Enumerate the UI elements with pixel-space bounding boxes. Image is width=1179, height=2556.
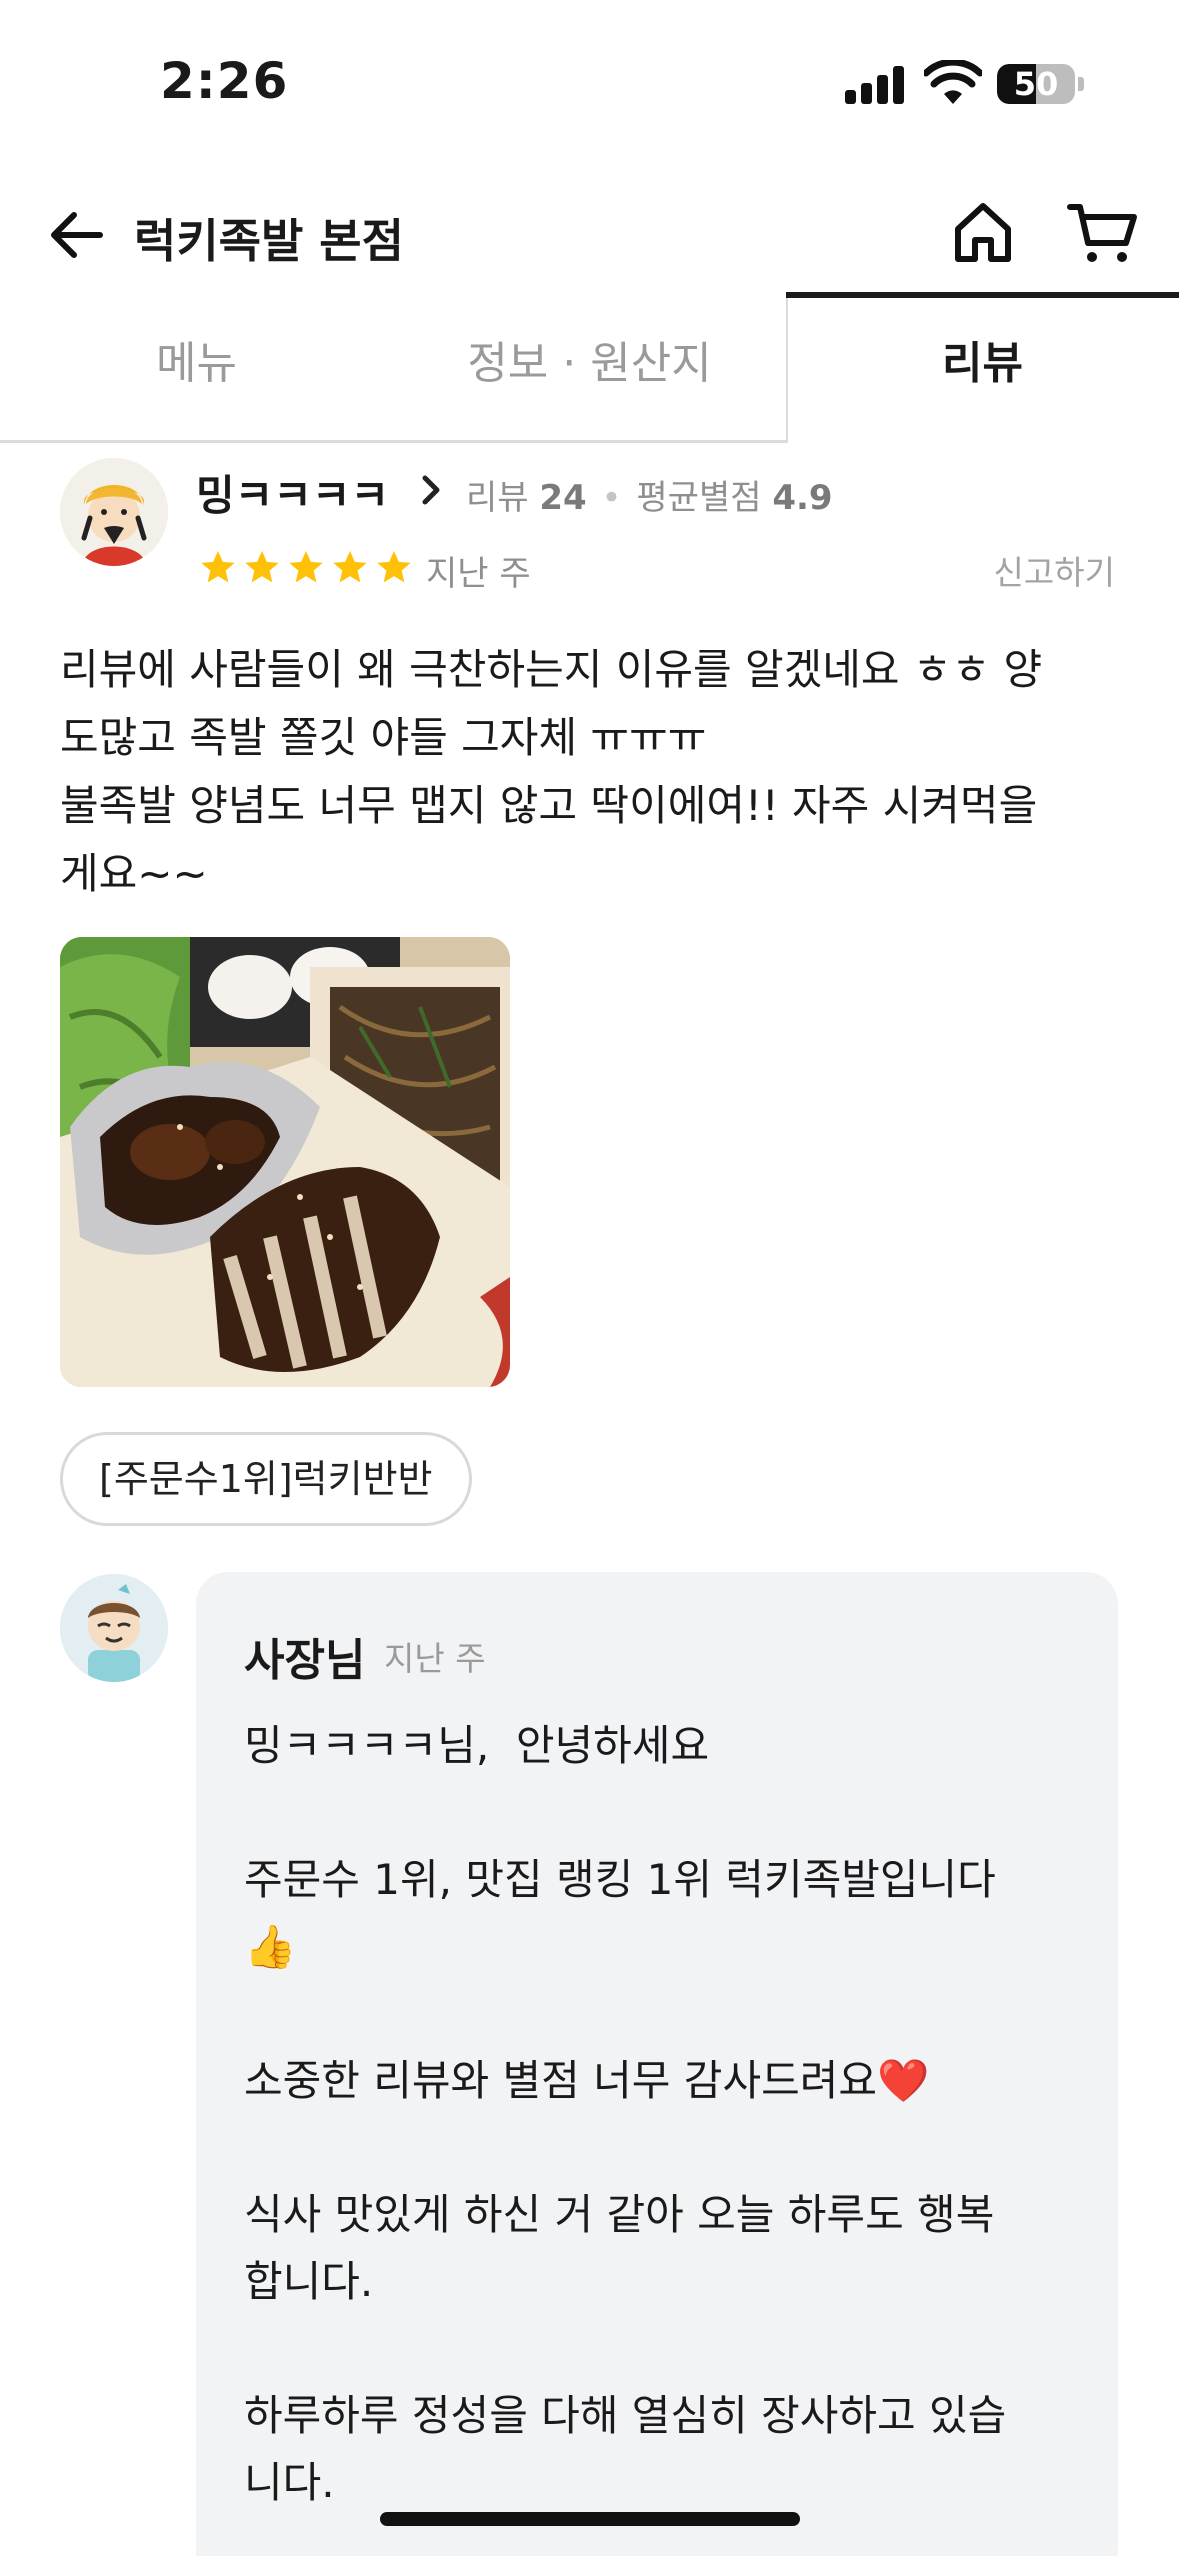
owner-reply-date: 지난 주 (384, 1639, 486, 1678)
review-count-label: 리뷰 (466, 478, 529, 518)
reviewer-character-image (60, 458, 168, 566)
home-indicator[interactable] (380, 2512, 800, 2526)
status-bar: 2:26 50 (0, 0, 1179, 175)
store-header: 럭키족발 본점 (0, 175, 1179, 295)
star-icon (377, 551, 411, 583)
tab-active-indicator (786, 292, 1179, 298)
jokbal-food-image (60, 937, 510, 1387)
tab-menu[interactable]: 메뉴 (0, 295, 393, 443)
star-icon (289, 551, 323, 583)
rating-stars (198, 548, 414, 588)
owner-reply-box: 사장님 지난 주 밍ㅋㅋㅋㅋ님, 안녕하세요 주문수 1위, 맛집 랭킹 1위 … (196, 1572, 1118, 2556)
review-count: 24 (539, 478, 587, 518)
owner-name: 사장님 (244, 1635, 366, 1686)
review-date: 지난 주 (426, 554, 531, 594)
battery-tip (1078, 77, 1084, 91)
star-icon (333, 551, 367, 583)
tab-review[interactable]: 리뷰 (786, 295, 1179, 443)
tab-info[interactable]: 정보 · 원산지 (393, 295, 786, 443)
back-button[interactable] (42, 200, 112, 270)
home-icon (955, 203, 1011, 262)
star-icon (245, 551, 279, 583)
review-photo[interactable] (60, 937, 510, 1387)
report-link[interactable]: 신고하기 (994, 546, 1115, 594)
status-time: 2:26 (160, 52, 289, 110)
arrow-left-icon (51, 212, 103, 258)
avg-rating: 4.9 (772, 478, 833, 518)
home-button[interactable] (948, 197, 1018, 267)
store-tabs: 메뉴 정보 · 원산지 리뷰 (0, 292, 1179, 443)
tab-active-border (786, 295, 788, 443)
separator-dot: • (601, 478, 622, 518)
cellular-signal-icon (845, 66, 905, 104)
star-icon (201, 551, 235, 583)
reviewer-name[interactable]: 밍ㅋㅋㅋㅋ (196, 462, 389, 523)
battery-icon: 50 (997, 64, 1075, 104)
review-text: 리뷰에 사람들이 왜 극찬하는지 이유를 알겠네요 ㅎㅎ 양 도많고 족발 쫄깃… (60, 645, 1043, 898)
tab-divider-line (0, 440, 788, 443)
store-title: 럭키족발 본점 (134, 214, 404, 268)
reviewer-stats: 리뷰 24 • 평균별점 4.9 (466, 470, 833, 519)
owner-reply-text: 밍ㅋㅋㅋㅋ님, 안녕하세요 주문수 1위, 맛집 랭킹 1위 럭키족발입니다 👍… (244, 1721, 1007, 2507)
owner-avatar (60, 1574, 168, 1682)
owner-character-image (60, 1574, 168, 1682)
battery-percent: 50 (1013, 65, 1059, 103)
wifi-icon (924, 60, 982, 104)
chevron-right-icon[interactable] (416, 470, 446, 510)
avg-rating-label: 평균별점 (636, 478, 762, 518)
ordered-menu-chip[interactable]: [주문수1위]럭키반반 (60, 1432, 472, 1526)
cart-icon (1067, 204, 1137, 262)
cart-button[interactable] (1066, 197, 1140, 267)
reviewer-avatar[interactable] (60, 458, 168, 566)
